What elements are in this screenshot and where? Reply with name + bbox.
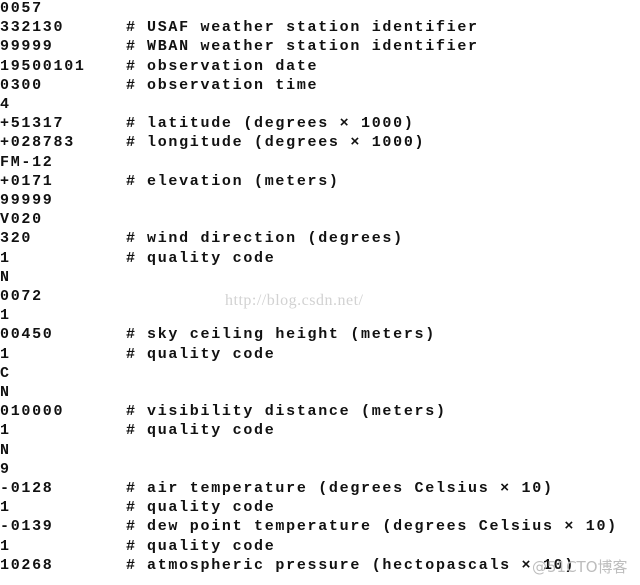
field-value: V020 [0, 211, 43, 229]
comment-marker: # [126, 403, 137, 421]
field-comment: atmospheric pressure (hectopascals × 10) [147, 556, 576, 574]
field-comment: quality code [147, 345, 276, 363]
field-comment: quality code [147, 249, 276, 267]
field-value: 99999 [0, 38, 54, 56]
field-comment: quality code [147, 537, 276, 555]
field-value: N [0, 441, 11, 459]
field-comment: longitude (degrees × 1000) [147, 134, 426, 152]
field-comment: WBAN weather station identifier [147, 38, 479, 56]
comment-marker: # [126, 57, 137, 75]
watermark-url: http://blog.csdn.net/ [225, 292, 364, 309]
comment-marker: # [126, 230, 137, 248]
field-value: 10268 [0, 556, 54, 574]
field-value: 0072 [0, 288, 43, 305]
comment-marker: # [126, 480, 137, 497]
comment-marker: # [126, 537, 137, 555]
field-comment: wind direction (degrees) [147, 230, 404, 248]
field-comment: air temperature (degrees Celsius × 10) [147, 480, 554, 497]
field-value: 0300 [0, 76, 43, 94]
field-value: 1 [0, 499, 11, 517]
field-comment: dew point temperature (degrees Celsius ×… [147, 518, 618, 536]
comment-marker: # [126, 76, 137, 94]
comment-marker: # [126, 172, 137, 190]
comment-marker: # [126, 134, 137, 152]
field-value: N [0, 268, 11, 286]
field-value: 4 [0, 96, 11, 113]
watermark-logo: @51CTO博客 [532, 558, 628, 576]
field-value: N [0, 384, 11, 401]
field-value: 00450 [0, 326, 54, 344]
comment-marker: # [126, 19, 137, 37]
field-value: +51317 [0, 115, 65, 133]
field-value: 99999 [0, 192, 54, 209]
field-comment: latitude (degrees × 1000) [147, 115, 415, 133]
document-page: 10268 # atmospheric pressure (hectopascals… [0, 0, 640, 585]
field-value: 1 [0, 307, 11, 325]
field-comment: USAF weather station identifier [147, 19, 479, 37]
field-comment: quality code [147, 499, 276, 517]
field-value: -0128 [0, 480, 54, 497]
field-comment: visibility distance (meters) [147, 403, 447, 421]
comment-marker: # [126, 518, 137, 536]
field-value: 010000 [0, 403, 65, 421]
field-value: 1 [0, 249, 11, 267]
comment-marker: # [126, 422, 137, 440]
comment-marker: # [126, 249, 137, 267]
comment-marker: # [126, 38, 137, 56]
field-comment: quality code [147, 422, 276, 440]
field-value: 1 [0, 422, 11, 440]
field-value: 332130 [0, 19, 65, 37]
comment-marker: # [126, 326, 137, 344]
field-value: 1 [0, 537, 11, 555]
field-value: 19500101 [0, 57, 86, 75]
field-value: +028783 [0, 134, 75, 152]
field-value: C [0, 364, 11, 382]
field-value: 0057 [0, 0, 43, 17]
field-comment: elevation (meters) [147, 172, 340, 190]
comment-marker: # [126, 345, 137, 363]
field-value: FM-12 [0, 153, 54, 171]
field-comment: observation time [147, 76, 319, 94]
comment-marker: # [126, 115, 137, 133]
field-value: -0139 [0, 518, 54, 536]
field-comment: sky ceiling height (meters) [147, 326, 436, 344]
field-value: 1 [0, 345, 11, 363]
field-comment: observation date [147, 57, 319, 75]
comment-marker: # [126, 499, 137, 517]
field-value: 9 [0, 460, 11, 478]
comment-marker: # [126, 556, 137, 574]
field-value: +0171 [0, 172, 54, 190]
field-value: 320 [0, 230, 33, 248]
